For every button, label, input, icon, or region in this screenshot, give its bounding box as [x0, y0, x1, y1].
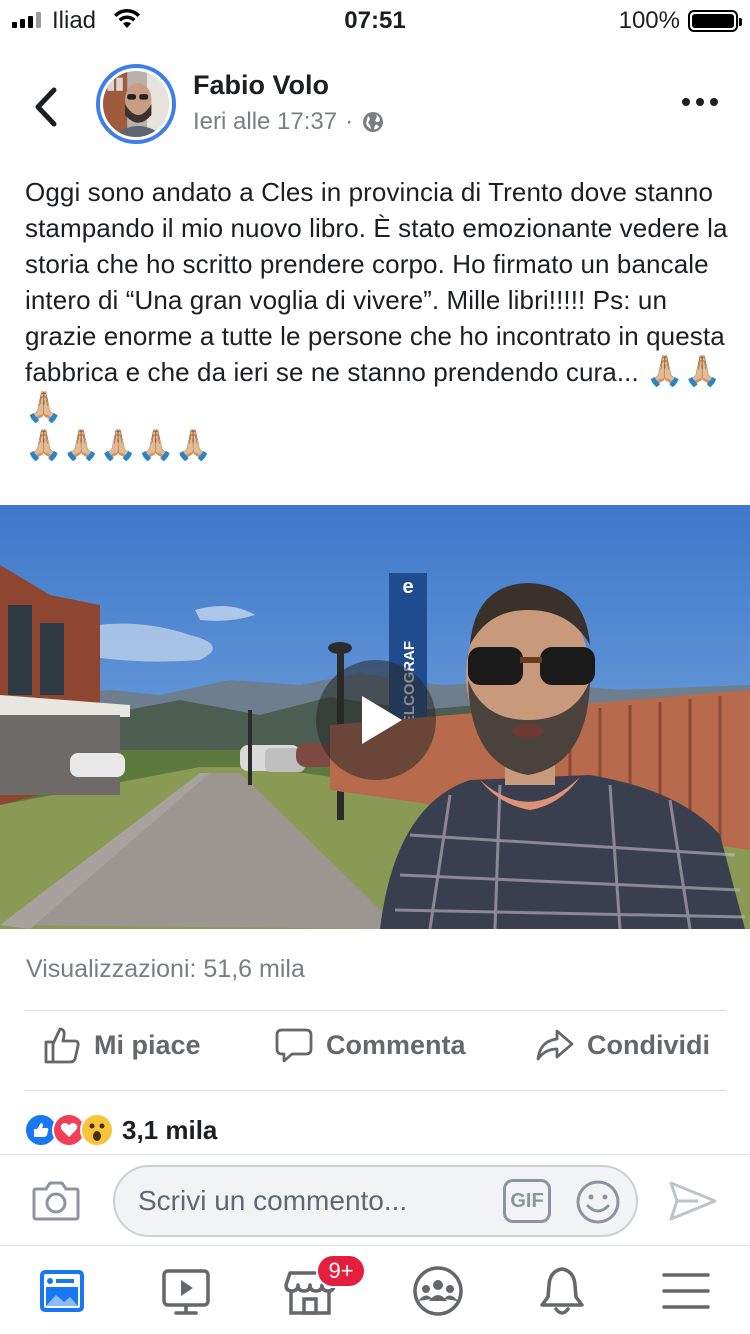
play-button[interactable] [316, 660, 436, 780]
globe-icon [363, 112, 384, 132]
battery-percentage: 100% [618, 7, 680, 34]
camera-button[interactable] [32, 1179, 80, 1226]
avatar[interactable] [96, 64, 176, 144]
bell-icon [540, 1267, 584, 1315]
status-bar: Iliad 07:51 100% [0, 0, 750, 40]
post-timestamp[interactable]: Ieri alle 17:37 [193, 108, 337, 136]
video-player[interactable]: e ELCOGRAF [0, 505, 750, 929]
watch-video-icon [162, 1269, 210, 1315]
camera-icon [32, 1181, 80, 1221]
hamburger-menu-icon [662, 1273, 710, 1309]
share-label: Condividi [587, 1029, 710, 1060]
wow-reaction-icon [80, 1113, 114, 1147]
gif-button[interactable]: GIF [503, 1179, 551, 1223]
meta-separator: · [345, 108, 354, 135]
post-header: Fabio Volo Ieri alle 17:37 · [0, 56, 750, 156]
smiley-icon [576, 1180, 620, 1224]
emoji-button[interactable] [575, 1179, 621, 1230]
nav-menu[interactable] [658, 1263, 718, 1323]
praying-hands-emoji-line: 🙏🏼🙏🏼🙏🏼🙏🏼🙏🏼 [25, 429, 213, 462]
divider [25, 1090, 726, 1091]
send-button[interactable] [668, 1179, 718, 1228]
divider [25, 1010, 726, 1011]
comment-bubble-icon [275, 1028, 313, 1063]
nav-watch[interactable] [158, 1263, 218, 1323]
thumbs-up-icon [44, 1027, 80, 1064]
comment-bar: Scrivi un commento... GIF [0, 1154, 750, 1246]
reaction-count: 3,1 mila [122, 1114, 218, 1145]
comment-button[interactable]: Commenta [274, 1025, 466, 1065]
reactions-summary[interactable]: 3,1 mila [24, 1113, 217, 1147]
nav-groups[interactable] [408, 1263, 468, 1323]
share-button[interactable]: Condividi [535, 1025, 710, 1065]
view-count: Visualizzazioni: 51,6 mila [26, 955, 305, 983]
like-button[interactable]: Mi piace [42, 1025, 201, 1065]
back-button[interactable] [28, 82, 68, 132]
comment-placeholder: Scrivi un commento... [138, 1185, 408, 1216]
groups-icon [413, 1266, 463, 1316]
battery-icon [688, 10, 742, 32]
more-options-button[interactable] [682, 98, 718, 106]
chevron-left-icon [35, 87, 57, 127]
nav-notifications[interactable] [534, 1263, 594, 1323]
post-body: Oggi sono andato a Cles in provincia di … [25, 174, 730, 464]
post-text: Oggi sono andato a Cles in provincia di … [25, 177, 728, 387]
author-name[interactable]: Fabio Volo [193, 70, 329, 101]
comment-input[interactable]: Scrivi un commento... GIF [113, 1165, 638, 1237]
notification-badge: 9+ [316, 1254, 366, 1288]
nav-news-feed[interactable] [34, 1263, 94, 1323]
sign-logo: e [402, 576, 413, 598]
like-label: Mi piace [94, 1029, 201, 1060]
bottom-navigation [0, 1247, 750, 1334]
news-feed-icon [40, 1270, 84, 1312]
send-icon [669, 1181, 717, 1221]
share-arrow-icon [536, 1029, 574, 1061]
post-meta: Ieri alle 17:37 · [193, 108, 385, 136]
post-actions: Mi piace Commenta Condividi [0, 1025, 750, 1077]
comment-label: Commenta [326, 1029, 466, 1060]
